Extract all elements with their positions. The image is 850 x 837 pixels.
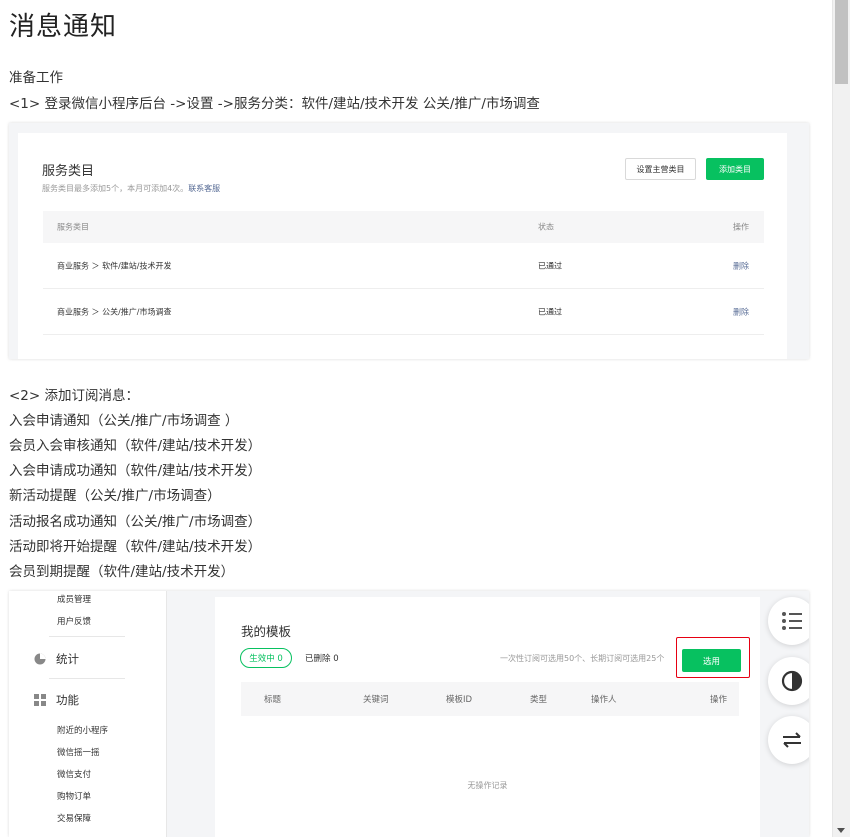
templates-panel: 我的模板 生效中 0 已删除 0 一次性订阅可选用50个、长期订阅可选用25个 … xyxy=(215,597,760,837)
category-cell: 商业服务 ＞ 公关/推广/市场调查 xyxy=(57,307,172,316)
templates-screenshot: 成员管理 用户反馈 统计 功能 附近的小程序 微信摇一摇 微信支付 购物订单 交… xyxy=(9,591,809,837)
swap-icon xyxy=(783,732,801,748)
sidebar-item-wechat-pay[interactable]: 微信支付 xyxy=(57,768,91,780)
prep-heading: 准备工作 xyxy=(9,70,63,86)
sidebar-item-shake[interactable]: 微信摇一摇 xyxy=(57,746,100,758)
contrast-button[interactable] xyxy=(768,657,809,705)
message-item: 新活动提醒（公关/推广/市场调查） xyxy=(9,488,221,504)
column-header-action: 操作 xyxy=(733,222,749,232)
sidebar-item-feedback[interactable]: 用户反馈 xyxy=(57,615,91,627)
status-cell: 已通过 xyxy=(538,261,562,270)
sidebar: 成员管理 用户反馈 统计 功能 附近的小程序 微信摇一摇 微信支付 购物订单 交… xyxy=(9,591,167,837)
message-item: 活动即将开始提醒（软件/建站/技术开发） xyxy=(9,539,262,555)
table-row: 商业服务 ＞ 公关/推广/市场调查 已通过 删除 xyxy=(43,289,764,335)
grid-icon xyxy=(34,694,46,706)
sidebar-item-nearby-miniprogram[interactable]: 附近的小程序 xyxy=(57,724,108,736)
pie-chart-icon xyxy=(34,653,46,665)
column-header-operator: 操作人 xyxy=(591,695,617,705)
page: 消息通知 准备工作 <1> 登录微信小程序后台 ->设置 ->服务分类：软件/建… xyxy=(0,0,832,837)
column-header-status: 状态 xyxy=(538,222,554,232)
empty-state-text: 无操作记录 xyxy=(467,781,508,790)
message-item: 会员入会审核通知（软件/建站/技术开发） xyxy=(9,438,262,454)
content-gutter xyxy=(167,591,215,837)
swap-button[interactable] xyxy=(768,716,809,764)
column-header-keywords: 关键词 xyxy=(363,695,389,705)
column-header-action: 操作 xyxy=(709,695,727,705)
tab-deleted-templates[interactable]: 已删除 0 xyxy=(305,652,339,664)
column-header-template-id: 模板ID xyxy=(446,695,473,705)
list-icon xyxy=(782,612,802,630)
column-header-type: 类型 xyxy=(530,695,548,705)
add-category-button[interactable]: 添加类目 xyxy=(706,158,764,180)
message-item: 入会申请成功通知（软件/建站/技术开发） xyxy=(9,463,262,479)
column-header-category: 服务类目 xyxy=(57,222,89,232)
table-row: 商业服务 ＞ 软件/建站/技术开发 已通过 删除 xyxy=(43,243,764,289)
categories-table-header: 服务类目 状态 操作 xyxy=(43,211,764,243)
scrollbar-thumb[interactable] xyxy=(835,0,848,84)
sidebar-group-stats[interactable]: 统计 xyxy=(34,651,79,667)
sidebar-group-stats-label: 统计 xyxy=(56,652,79,666)
delete-link[interactable]: 删除 xyxy=(733,260,749,271)
delete-link[interactable]: 删除 xyxy=(733,306,749,317)
highlight-box xyxy=(676,637,750,678)
sidebar-group-features-label: 功能 xyxy=(56,693,79,707)
sidebar-item-members[interactable]: 成员管理 xyxy=(57,593,91,605)
list-button[interactable] xyxy=(768,597,809,645)
scroll-down-arrow-icon[interactable] xyxy=(837,828,845,833)
service-categories-limit-text: 服务类目最多添加5个，本月可添加4次。 xyxy=(42,184,189,193)
sidebar-divider xyxy=(49,636,125,637)
sidebar-item-trade-guarantee[interactable]: 交易保障 xyxy=(57,812,91,824)
templates-title: 我的模板 xyxy=(241,624,292,639)
message-item: 入会申请通知（公关/推广/市场调查 ） xyxy=(9,413,239,429)
service-categories-screenshot: 服务类目 服务类目最多添加5个，本月可添加4次。联系客服 设置主营类目 添加类目… xyxy=(9,123,809,359)
page-title: 消息通知 xyxy=(9,12,118,42)
step1-text: <1> 登录微信小程序后台 ->设置 ->服务分类：软件/建站/技术开发 公关/… xyxy=(9,96,540,112)
contact-support-link[interactable]: 联系客服 xyxy=(188,184,220,193)
sidebar-divider xyxy=(49,678,125,679)
sidebar-item-shopping-orders[interactable]: 购物订单 xyxy=(57,790,91,802)
vertical-scrollbar[interactable] xyxy=(832,0,850,837)
floating-toolbar xyxy=(760,591,809,837)
sidebar-group-features[interactable]: 功能 xyxy=(34,692,79,708)
service-categories-subtitle: 服务类目最多添加5个，本月可添加4次。联系客服 xyxy=(42,183,220,194)
step2-heading: <2> 添加订阅消息： xyxy=(9,388,140,404)
tab-active-templates[interactable]: 生效中 0 xyxy=(240,648,292,668)
contrast-icon xyxy=(781,670,803,692)
message-item: 会员到期提醒（软件/建站/技术开发） xyxy=(9,564,235,580)
column-header-title: 标题 xyxy=(264,695,282,705)
set-primary-category-button[interactable]: 设置主营类目 xyxy=(625,158,696,180)
service-categories-card: 服务类目 服务类目最多添加5个，本月可添加4次。联系客服 设置主营类目 添加类目… xyxy=(18,133,787,359)
service-categories-title: 服务类目 xyxy=(42,164,95,179)
templates-table-header: 标题 关键词 模板ID 类型 操作人 操作 xyxy=(241,682,739,716)
status-cell: 已通过 xyxy=(538,307,562,316)
templates-limit-text: 一次性订阅可选用50个、长期订阅可选用25个 xyxy=(500,654,665,663)
category-cell: 商业服务 ＞ 软件/建站/技术开发 xyxy=(57,261,172,270)
message-item: 活动报名成功通知（公关/推广/市场调查） xyxy=(9,514,262,530)
